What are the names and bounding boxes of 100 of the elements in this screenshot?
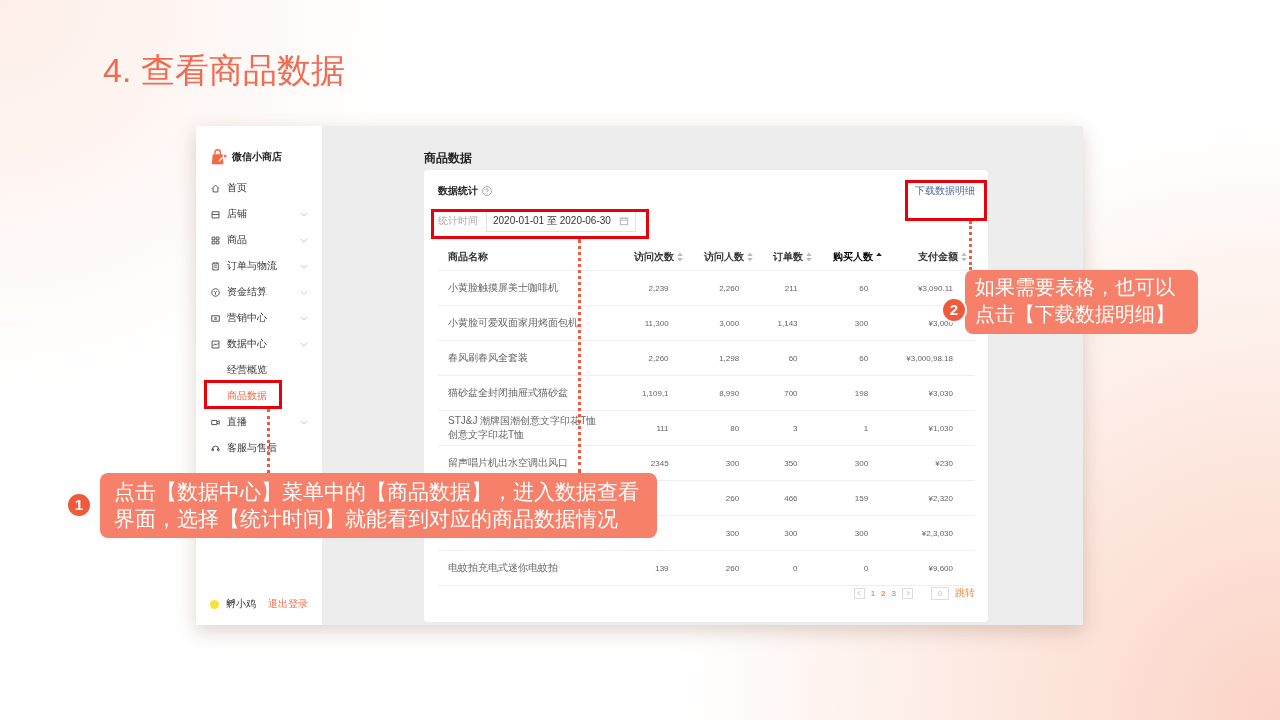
nav-icon — [210, 182, 221, 194]
table-cell: 139 — [655, 563, 669, 573]
chevron-left-icon — [857, 590, 862, 596]
table-cell: 300 — [725, 458, 740, 468]
card-title: 数据统计 — [438, 184, 478, 198]
chevron-down-icon — [300, 419, 308, 425]
chevron-down-icon — [300, 341, 308, 347]
filter-label: 统计时间 — [438, 214, 478, 228]
date-range-field[interactable]: 2020-01-01 至 2020-06-30 — [486, 210, 636, 232]
table-cell: 60 — [859, 353, 869, 363]
submenu-item[interactable]: 经营概览 — [210, 357, 322, 383]
nav-icon — [210, 260, 221, 272]
table-cell: 300 — [854, 458, 869, 468]
page-link[interactable]: 3 — [891, 588, 896, 598]
table-cell: ¥230 — [935, 458, 953, 468]
help-icon[interactable] — [482, 186, 492, 196]
table-cell: 300 — [784, 528, 798, 538]
table-cell: 猫砂盆全封闭抽屉式猫砂盆 — [448, 387, 568, 398]
page-title: 商品数据 — [424, 150, 473, 167]
nav-item[interactable]: 数据中心 — [210, 331, 322, 357]
nav-icon — [210, 208, 221, 220]
table-cell: ¥3,000,98.18 — [906, 353, 953, 363]
table-cell: 1 — [863, 423, 869, 433]
table-cell: ¥9,600 — [928, 563, 953, 573]
table-cell: ¥2,320 — [928, 493, 953, 503]
table-cell: 300 — [854, 318, 869, 328]
table-cell: 3 — [793, 423, 798, 433]
user-name: 孵小鸡 — [226, 597, 257, 611]
nav-item[interactable]: 直播 — [210, 409, 322, 435]
table-cell: ¥3,030 — [928, 388, 953, 398]
callout: 如果需要表格，也可以点击【下载数据明细】 — [965, 270, 1198, 334]
column-header[interactable]: 订单数 — [772, 250, 812, 264]
table-cell: 2,260 — [719, 283, 740, 293]
table-cell: 小黄脸可爱双面家用烤面包机 — [448, 317, 578, 328]
table-cell: 60 — [859, 283, 869, 293]
next-page-button[interactable] — [902, 587, 913, 599]
table-cell: 159 — [854, 493, 869, 503]
nav-item[interactable]: 资金结算 — [210, 279, 322, 305]
table-cell: 198 — [854, 388, 869, 398]
nav-icon — [210, 312, 221, 324]
table-cell: 1,109,1 — [641, 388, 669, 398]
shop-name: 微信小商店 — [232, 150, 282, 164]
step-number: 1 — [66, 492, 92, 518]
table-cell: 2,260 — [648, 353, 669, 363]
table-cell: 211 — [784, 283, 798, 293]
chevron-down-icon — [300, 211, 308, 217]
table-cell: 0 — [863, 563, 869, 573]
column-header[interactable]: 访问人数 — [704, 250, 754, 264]
table-cell: 466 — [784, 493, 798, 503]
download-link[interactable]: 下载数据明细 — [915, 184, 975, 198]
calendar-icon — [618, 216, 629, 226]
previous-page-button[interactable] — [853, 587, 865, 599]
table-cell: 300 — [725, 528, 740, 538]
table-cell: 1,143 — [777, 318, 798, 328]
table-cell: 300 — [854, 528, 869, 538]
nav-item[interactable]: 订单与物流 — [210, 253, 322, 279]
nav-item[interactable]: 店铺 — [210, 201, 322, 227]
sort-icon — [747, 252, 754, 262]
sort-icon — [805, 252, 812, 262]
table-cell: 小黄脸触摸屏美士咖啡机 — [448, 282, 558, 293]
table-cell: 60 — [788, 353, 798, 363]
callout: 点击【数据中心】菜单中的【商品数据】，进入数据查看界面，选择【统计时间】就能看到对应的商品数据情况 — [100, 473, 657, 538]
table-cell: ¥1,030 — [928, 423, 953, 433]
nav-item[interactable]: 首页 — [210, 175, 322, 201]
column-header[interactable]: 支付金额 — [918, 250, 967, 264]
table-cell: 80 — [730, 423, 740, 433]
table-cell: ¥2,3,030 — [921, 528, 953, 538]
chevron-down-icon — [300, 237, 308, 243]
nav-icon — [210, 286, 221, 298]
table-cell: 2,239 — [648, 283, 669, 293]
page-link[interactable]: 1 — [870, 588, 876, 598]
table-cell: 111 — [656, 423, 669, 433]
table-cell: 电蚊拍充电式迷你电蚊拍 — [448, 562, 558, 573]
table-cell: 11,300 — [644, 318, 669, 328]
avatar — [210, 599, 219, 609]
table-cell: 700 — [784, 388, 798, 398]
table-cell: 8,990 — [719, 388, 740, 398]
table-cell: 350 — [784, 458, 798, 468]
nav-icon — [210, 234, 221, 246]
chevron-down-icon — [300, 289, 308, 295]
table-cell: 3,000 — [719, 318, 740, 328]
table-cell: 260 — [725, 563, 740, 573]
nav-item[interactable]: 营销中心 — [210, 305, 322, 331]
column-header[interactable]: 访问次数 — [633, 250, 683, 264]
nav-icon — [210, 442, 221, 454]
table-cell: 春风刷春风全套装 — [448, 352, 528, 363]
shopping-bag-icon — [210, 148, 228, 166]
chevron-down-icon — [300, 315, 308, 321]
table-cell: 0 — [793, 563, 798, 573]
table-cell: 1,298 — [719, 353, 740, 363]
chevron-down-icon — [300, 263, 308, 269]
chevron-right-icon — [905, 590, 910, 596]
column-header[interactable]: 购买人数 — [833, 250, 883, 264]
table-cell: 2345 — [650, 458, 669, 468]
column-header[interactable]: 商品名称 — [448, 250, 488, 264]
nav-item[interactable]: 商品 — [210, 227, 322, 253]
nav-icon — [210, 338, 221, 350]
sort-icon — [961, 252, 967, 262]
sort-icon — [676, 252, 683, 262]
table-cell: 留声唱片机出水空调出风口 — [448, 457, 568, 468]
